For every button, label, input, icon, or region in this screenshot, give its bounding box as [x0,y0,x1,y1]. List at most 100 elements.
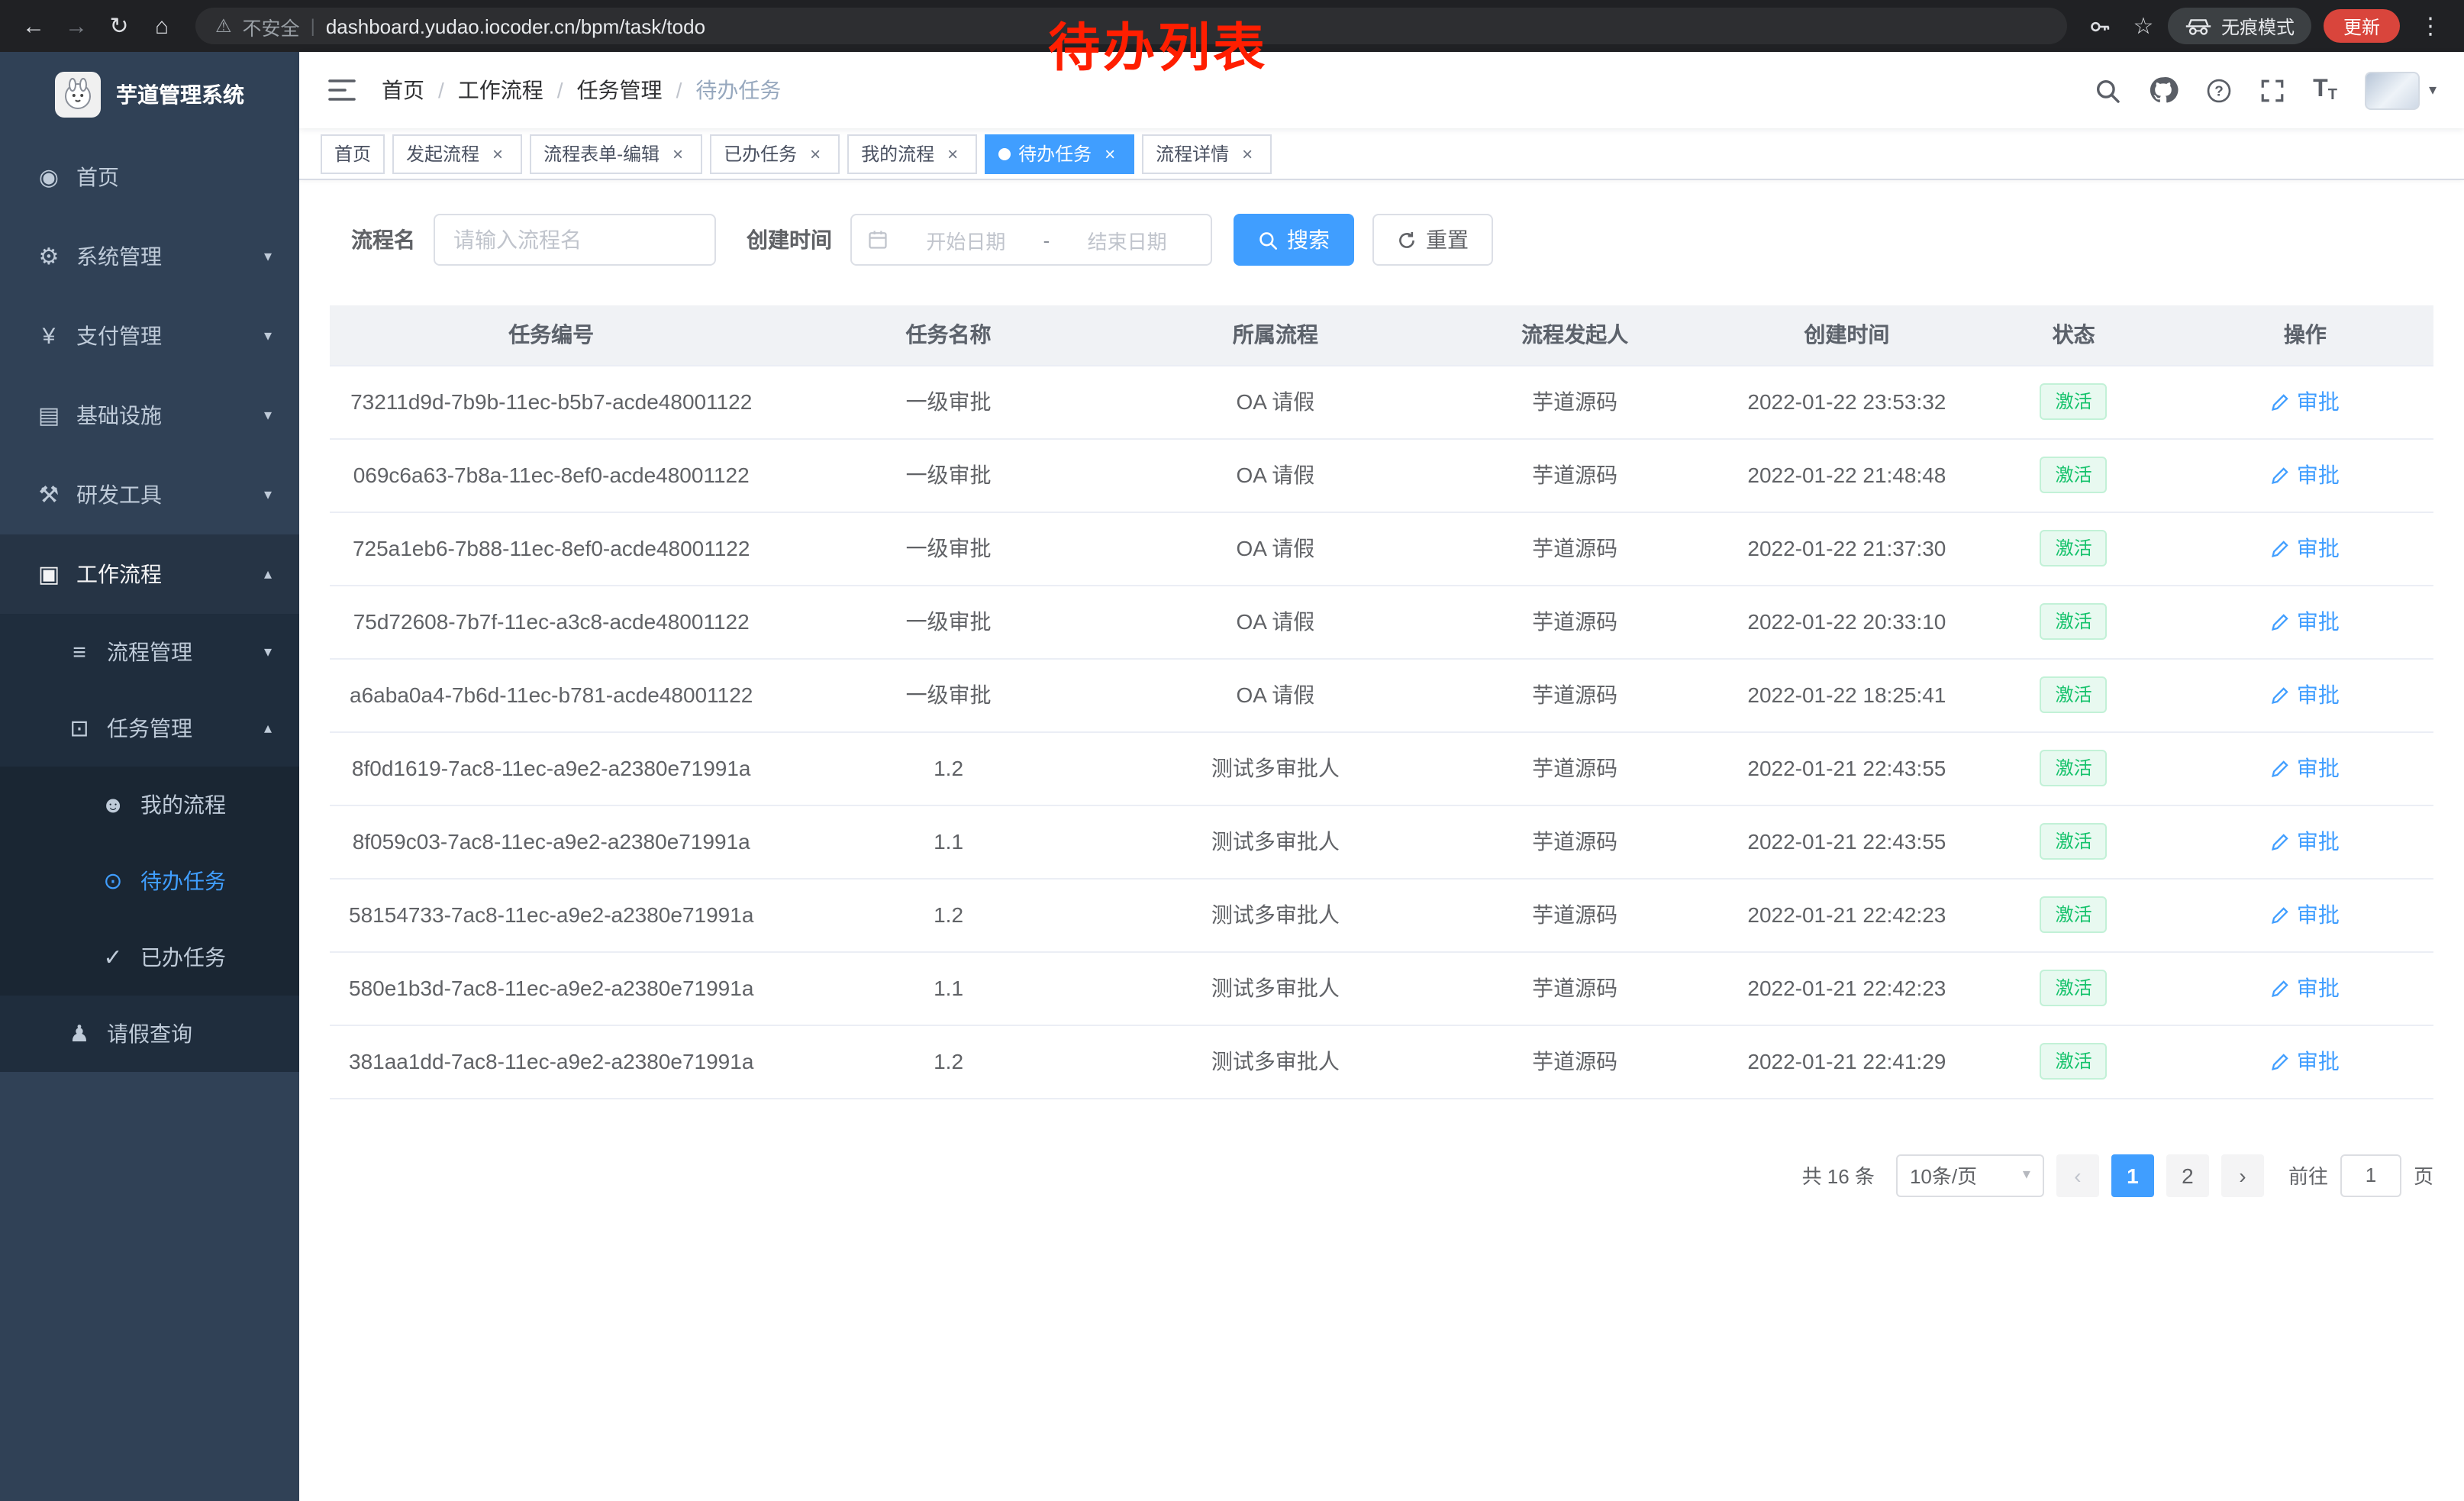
tab-home[interactable]: 首页 [321,134,385,173]
sidebar-item-payment[interactable]: ¥ 支付管理 ▾ [0,296,299,376]
font-size-small-glyph: T [2328,87,2337,104]
status-badge: 激活 [2040,383,2108,420]
breadcrumb-task-management[interactable]: 任务管理 [577,75,663,105]
edit-icon [2271,612,2291,631]
approve-link[interactable]: 审批 [2271,899,2340,930]
approve-link[interactable]: 审批 [2271,386,2340,417]
close-icon[interactable]: × [1237,143,1258,164]
sidebar-collapse-icon[interactable] [327,75,357,105]
date-range-picker[interactable]: 开始日期 - 结束日期 [850,214,1212,266]
incognito-icon [2185,18,2212,34]
cell-task-name: 1.2 [772,878,1124,951]
close-icon[interactable]: × [667,143,689,164]
key-icon[interactable] [2082,13,2119,39]
forward-icon[interactable]: → [58,13,95,39]
table-row: 58154733-7ac8-11ec-a9e2-a2380e71991a 1.2… [330,878,2433,951]
cell-task-name: 一级审批 [772,658,1124,731]
url-text: dashboard.yudao.iocoder.cn/bpm/task/todo [326,15,705,37]
search-button[interactable]: 搜索 [1234,214,1354,266]
approve-link[interactable]: 审批 [2271,460,2340,490]
user-icon: ♟ [61,1020,98,1047]
approve-link[interactable]: 审批 [2271,606,2340,637]
close-icon[interactable]: × [487,143,508,164]
breadcrumb-workflow[interactable]: 工作流程 [458,75,543,105]
security-label[interactable]: 不安全 [243,11,300,40]
home-icon[interactable]: ⌂ [144,13,180,39]
approve-link-label: 审批 [2297,899,2340,930]
edit-icon [2271,685,2291,705]
cell-process: OA 请假 [1124,438,1427,512]
approve-link[interactable]: 审批 [2271,753,2340,783]
tab-my-process[interactable]: 我的流程 × [847,134,977,173]
prev-page-button[interactable]: ‹ [2056,1154,2099,1196]
content: 流程名 创建时间 开始日期 - 结束日期 搜索 重 [299,180,2464,1501]
breadcrumb-home[interactable]: 首页 [382,75,424,105]
approve-link[interactable]: 审批 [2271,973,2340,1003]
cell-task-name: 一级审批 [772,438,1124,512]
cell-task-id: 069c6a63-7b8a-11ec-8ef0-acde48001122 [330,438,772,512]
close-icon[interactable]: × [805,143,826,164]
page-1-button[interactable]: 1 [2111,1154,2154,1196]
sidebar-item-done-tasks[interactable]: ✓ 已办任务 [0,919,299,996]
approve-link[interactable]: 审批 [2271,826,2340,857]
sidebar-item-task-management[interactable]: ⊡ 任务管理 ▴ [0,690,299,767]
page-size-value: 10条/页 [1910,1160,1977,1190]
back-icon[interactable]: ← [15,13,52,39]
cell-create-time: 2022-01-22 21:37:30 [1723,512,1970,585]
fullscreen-icon[interactable] [2259,77,2285,103]
yen-icon: ¥ [31,323,67,349]
search-icon[interactable] [2095,77,2121,103]
table-row: 8f059c03-7ac8-11ec-a9e2-a2380e71991a 1.1… [330,805,2433,878]
breadcrumb-separator: / [438,78,444,102]
approve-link[interactable]: 审批 [2271,1046,2340,1077]
cell-process: 测试多审批人 [1124,731,1427,805]
edit-icon [2271,538,2291,558]
chevron-down-icon: ▾ [264,248,272,265]
user-avatar-menu[interactable]: ▾ [2365,71,2437,109]
filter-form: 流程名 创建时间 开始日期 - 结束日期 搜索 重 [330,214,2433,266]
bookmark-star-icon[interactable]: ☆ [2125,12,2162,40]
page-size-select[interactable]: 10条/页 ▾ [1896,1154,2044,1196]
reset-button[interactable]: 重置 [1372,214,1493,266]
sidebar-item-label: 工作流程 [76,559,162,589]
tab-start-process[interactable]: 发起流程 × [392,134,522,173]
sidebar-item-todo-tasks[interactable]: ⊙ 待办任务 [0,843,299,919]
tab-form-edit[interactable]: 流程表单-编辑 × [530,134,702,173]
next-page-button[interactable]: › [2221,1154,2264,1196]
sidebar-item-workflow[interactable]: ▣ 工作流程 ▴ [0,534,299,614]
close-icon[interactable]: × [942,143,963,164]
approve-link-label: 审批 [2297,1046,2340,1077]
tab-process-detail[interactable]: 流程详情 × [1142,134,1272,173]
font-size-large-glyph: T [2313,76,2328,104]
font-size-icon[interactable]: TT [2313,76,2337,104]
help-icon[interactable] [2206,77,2232,103]
sidebar-item-infrastructure[interactable]: ▤ 基础设施 ▾ [0,376,299,455]
tab-done-tasks[interactable]: 已办任务 × [710,134,840,173]
reload-icon[interactable]: ↻ [101,12,137,40]
sidebar-item-my-process[interactable]: ☻ 我的流程 [0,767,299,843]
tools-icon: ⚒ [31,481,67,508]
github-icon[interactable] [2148,75,2179,105]
update-button[interactable]: 更新 [2324,9,2400,43]
edit-icon [2271,831,2291,851]
approve-link[interactable]: 审批 [2271,533,2340,563]
sidebar-item-home[interactable]: ◉ 首页 [0,137,299,217]
process-name-input[interactable] [434,214,716,266]
cell-task-id: 725a1eb6-7b88-11ec-8ef0-acde48001122 [330,512,772,585]
goto-page-input[interactable] [2340,1154,2401,1196]
incognito-badge: 无痕模式 [2168,8,2311,44]
table-row: a6aba0a4-7b6d-11ec-b781-acde48001122 一级审… [330,658,2433,731]
approve-link[interactable]: 审批 [2271,679,2340,710]
logo[interactable]: 芋道管理系统 [0,52,299,137]
sidebar-item-system[interactable]: ⚙ 系统管理 ▾ [0,217,299,296]
close-icon[interactable]: × [1099,143,1121,164]
tab-todo-tasks[interactable]: 待办任务 × [985,134,1134,173]
sidebar-item-process-management[interactable]: ≡ 流程管理 ▾ [0,614,299,690]
sidebar-item-label: 任务管理 [107,713,192,744]
cell-process: OA 请假 [1124,365,1427,438]
sidebar-item-leave-query[interactable]: ♟ 请假查询 [0,996,299,1072]
sidebar-item-devtools[interactable]: ⚒ 研发工具 ▾ [0,455,299,534]
chevron-down-icon: ▾ [264,644,272,660]
page-2-button[interactable]: 2 [2166,1154,2209,1196]
menu-dots-icon[interactable]: ⋮ [2412,12,2449,40]
